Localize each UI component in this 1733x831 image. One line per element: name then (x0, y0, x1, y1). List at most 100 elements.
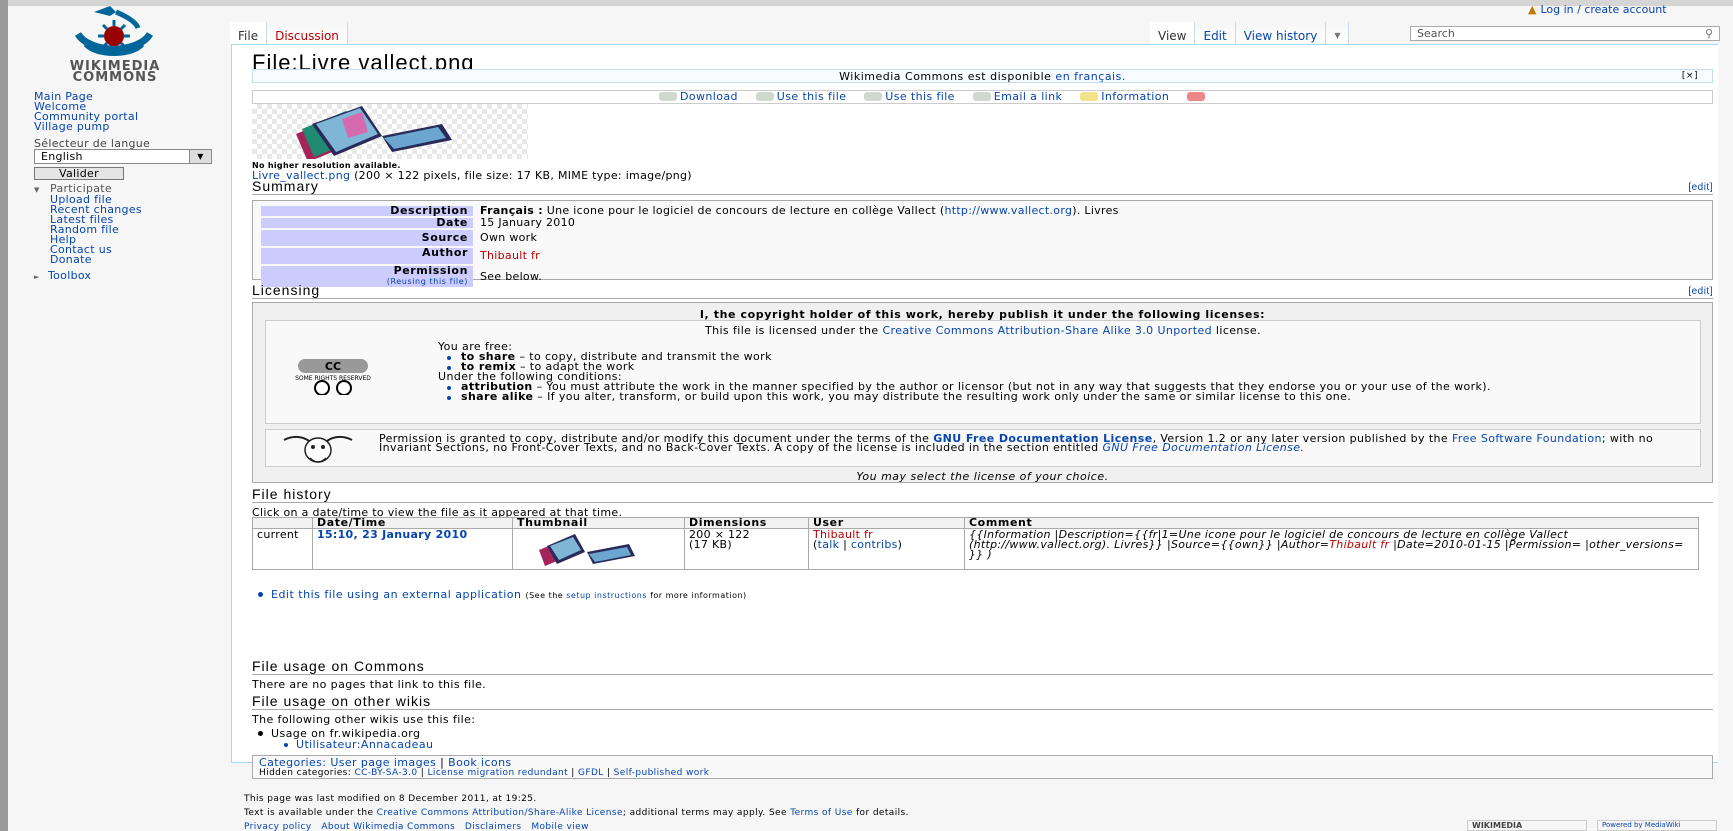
hidden-category-link[interactable]: Self-published work (614, 768, 710, 778)
gnu-head-icon[interactable] (276, 434, 360, 466)
comment-user-link[interactable]: Thibault fr (1329, 538, 1389, 551)
tab-view-history[interactable]: View history (1235, 22, 1327, 44)
tab-discussion[interactable]: Discussion (267, 22, 348, 44)
search-icon[interactable]: ⚲ (1705, 27, 1713, 40)
author-link[interactable]: Thibault fr (480, 249, 540, 262)
close-icon[interactable]: [×] (1682, 70, 1698, 83)
wikimedia-logo[interactable]: WIKIMEDIA (1467, 820, 1587, 831)
svg-text:SOME RIGHTS RESERVED: SOME RIGHTS RESERVED (295, 375, 371, 382)
other-wikis-heading: File usage on other wikis (252, 694, 1713, 710)
mobile-view-link[interactable]: Mobile view (531, 822, 589, 831)
privacy-policy-link[interactable]: Privacy policy (244, 822, 312, 831)
edit-external-link[interactable]: Edit this file using an external applica… (271, 588, 521, 601)
gfdl-section-link[interactable]: GNU Free Documentation License. (1102, 441, 1304, 454)
triangle-right-icon: ► (34, 273, 40, 281)
valider-button[interactable]: Valider (34, 167, 124, 180)
cc-license-link[interactable]: Creative Commons Attribution-Share Alike… (882, 324, 1212, 337)
revision-datetime-link[interactable]: 15:10, 23 January 2010 (317, 528, 467, 541)
about-link[interactable]: About Wikimedia Commons (321, 822, 455, 831)
edit-licensing-link[interactable]: [edit] (1688, 284, 1713, 299)
namespace-tabs: File Discussion (230, 22, 348, 44)
file-usage-text: There are no pages that link to this fil… (252, 678, 487, 691)
email-link[interactable]: Email a link (994, 90, 1063, 103)
user-talk-link[interactable]: talk (818, 538, 840, 551)
mediawiki-logo[interactable]: Powered by MediaWiki (1597, 820, 1717, 831)
footer-links: Privacy policy About Wikimedia Commons D… (244, 820, 909, 831)
wiki-icon (864, 92, 883, 101)
hidden-category-link[interactable]: GFDL (578, 768, 604, 778)
column-header: User (808, 517, 965, 529)
author-label: Author (261, 247, 473, 264)
wikimedia-commons-logo[interactable]: WIKIMEDIA COMMONS (30, 4, 200, 85)
cc-terms: You are free: to share – to copy, distri… (438, 341, 1538, 402)
column-header: Date/Time (312, 517, 513, 529)
toolbox-heading[interactable]: ► Toolbox (34, 270, 224, 282)
top-strip (0, 0, 1733, 6)
footer-logos: WIKIMEDIA Powered by MediaWiki (1467, 820, 1717, 831)
language-select[interactable]: English ▼ (34, 149, 212, 164)
globe-icon (755, 92, 774, 101)
last-modified: This page was last modified on 8 Decembe… (244, 794, 537, 804)
source-value: Own work (480, 231, 538, 244)
disclaimers-link[interactable]: Disclaimers (465, 822, 522, 831)
user-icon: ▲ (1528, 3, 1537, 16)
revision-thumbnail[interactable] (512, 528, 685, 570)
file-history-heading: File history (252, 487, 1713, 503)
tab-edit[interactable]: Edit (1195, 22, 1236, 44)
list-item: to remix – to adapt the work (444, 361, 1538, 372)
setup-instructions-link[interactable]: setup instructions (566, 591, 647, 600)
sidebar-item-donate[interactable]: Donate (50, 254, 224, 265)
user-contribs-link[interactable]: contribs (851, 538, 898, 551)
date-value: 15 January 2010 (480, 216, 576, 229)
cc-logo[interactable]: CC SOME RIGHTS RESERVED (280, 359, 400, 396)
hidden-category-link[interactable]: License migration redundant (428, 768, 569, 778)
hidden-category-link[interactable]: CC-BY-SA-3.0 (354, 768, 417, 778)
other-wikis-text: The following other wikis use this file: (252, 713, 476, 726)
svg-text:COMMONS: COMMONS (73, 70, 158, 84)
external-app-item: Edit this file using an external applica… (256, 588, 747, 601)
pdf-icon[interactable] (1187, 92, 1206, 101)
download-link[interactable]: Download (680, 90, 738, 103)
search-input[interactable]: Search ⚲ (1410, 26, 1720, 41)
dimensions-cell: 200 × 122 (17 KB) (684, 528, 809, 570)
fsf-link[interactable]: Free Software Foundation (1452, 432, 1602, 445)
sidebar: Main Page Welcome Community portal Villa… (34, 91, 224, 282)
file-actions-bar: Download Use this file Use this file Ema… (252, 90, 1713, 104)
triangle-down-icon: ▼ (34, 186, 40, 194)
cc-license-box: This file is licensed under the Creative… (265, 320, 1701, 424)
terms-of-use-link[interactable]: Terms of Use (790, 808, 853, 818)
use-file-wiki-link[interactable]: Use this file (885, 90, 955, 103)
login-link[interactable]: Log in / create account (1540, 3, 1666, 16)
information-link[interactable]: Information (1101, 90, 1169, 103)
tab-view[interactable]: View (1150, 22, 1196, 44)
list-item: Utilisateur:Annacadeau (256, 739, 433, 750)
sidebar-item-random-file[interactable]: Random file (50, 224, 224, 235)
footer-license-link[interactable]: Creative Commons Attribution/Share-Alike… (377, 808, 623, 818)
usage-page-link[interactable]: Utilisateur:Annacadeau (296, 738, 433, 751)
edit-summary-link[interactable]: [edit] (1688, 180, 1713, 195)
column-header (252, 517, 313, 529)
other-wikis-list: Usage on fr.wikipedia.org Utilisateur:An… (256, 728, 433, 750)
tab-file[interactable]: File (230, 22, 268, 44)
information-icon (1080, 92, 1099, 101)
gfdl-license-box: Permission is granted to copy, distribut… (265, 429, 1701, 467)
vallect-external-link[interactable]: http://www.vallect.org (944, 204, 1072, 217)
more-menu-chevron-icon[interactable]: ▼ (1326, 22, 1350, 44)
download-icon (659, 92, 677, 101)
sidebar-item-village-pump[interactable]: Village pump (34, 121, 224, 132)
description-value: Français : Une icone pour le logiciel de… (480, 204, 1119, 217)
french-link[interactable]: en français. (1055, 70, 1125, 83)
email-icon (972, 92, 991, 101)
file-history-table: Date/Time Thumbnail Dimensions User Comm… (252, 517, 1699, 570)
file-preview-image[interactable] (252, 104, 528, 162)
gfdl-text: Permission is granted to copy, distribut… (379, 432, 1654, 454)
license-notice: Text is available under the Creative Com… (244, 808, 909, 818)
footer: This page was last modified on 8 Decembe… (244, 792, 909, 831)
use-file-web-link[interactable]: Use this file (777, 90, 847, 103)
column-header: Dimensions (684, 517, 809, 529)
license-box: I, the copyright holder of this work, he… (252, 302, 1713, 483)
category-links: Categories: User page images | Book icon… (252, 755, 1713, 779)
user-cell: Thibault fr (talk | contribs) (808, 528, 965, 570)
comment-cell: {{Information |Description={{fr|1=Une ic… (964, 528, 1699, 570)
table-row: current 15:10, 23 January 2010 200 × 122… (252, 528, 1699, 570)
